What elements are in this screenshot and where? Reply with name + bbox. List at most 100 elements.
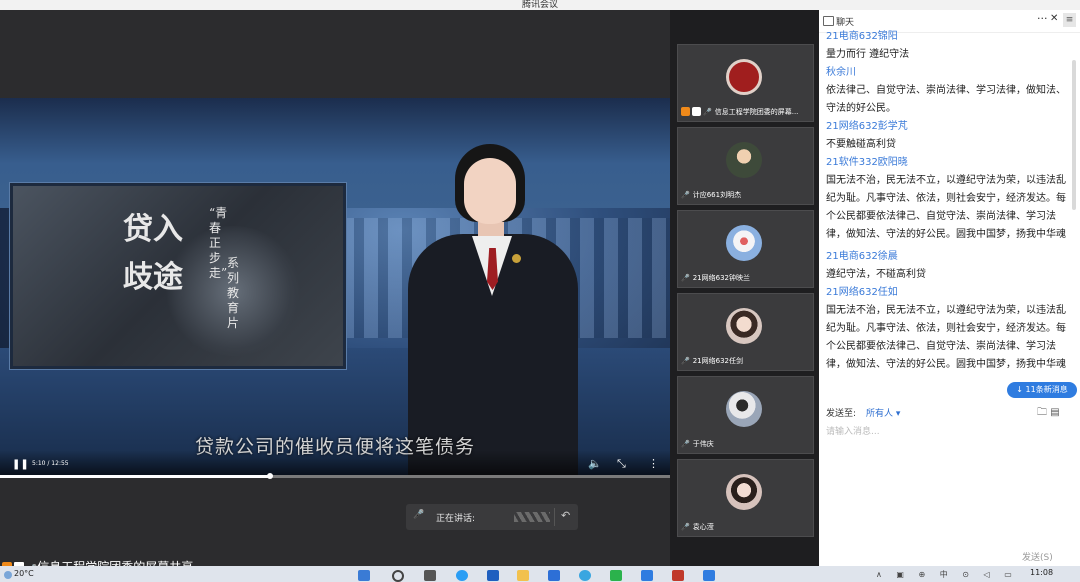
exit-fullscreen-icon[interactable]: ⤡: [617, 457, 626, 471]
avatar: [726, 391, 762, 427]
task-view-icon[interactable]: [424, 570, 436, 581]
chat-message: 21电商632锦阳 量力而行 遵纪守法: [826, 28, 1072, 64]
search-icon[interactable]: [392, 570, 404, 582]
participant-tile[interactable]: 🎤 于伟庆: [677, 376, 814, 454]
participant-name-text: 袁心滢: [692, 523, 714, 531]
video-progress-bar[interactable]: [0, 473, 670, 479]
more-icon[interactable]: ···: [1037, 12, 1048, 25]
chat-input[interactable]: 请输入消息...: [826, 424, 880, 437]
speaking-indicator: 🎤 正在讲话: ↶: [406, 504, 578, 530]
participant-name: 🎤 21网络632任剑: [681, 355, 743, 368]
screenshot-icon[interactable]: ▤: [1050, 407, 1059, 418]
browser-icon[interactable]: [579, 570, 591, 581]
message-sender[interactable]: 21软件332欧阳晓: [826, 154, 1072, 172]
close-icon[interactable]: ✕: [1050, 13, 1058, 24]
window-title: 腾讯会议: [0, 0, 1080, 10]
wechat-icon[interactable]: [610, 570, 622, 581]
speaker-avatars: [514, 512, 550, 522]
participant-tile[interactable]: 🎤 21网络632钟映兰: [677, 210, 814, 288]
avatar: [726, 474, 762, 510]
message-text: 国无法不治，民无法不立，以遵纪守法为荣，以违法乱纪为耻。凡事守法、依法，则社会安…: [826, 305, 1066, 370]
mic-icon: 🎤: [681, 274, 690, 282]
folder-icon[interactable]: [517, 570, 529, 581]
participant-tile[interactable]: 🎤 计应661刘明杰: [677, 127, 814, 205]
start-icon[interactable]: [358, 570, 370, 581]
participant-name-text: 信息工程学院团委的屏幕...: [714, 108, 799, 116]
more-options-icon[interactable]: ⋮: [648, 457, 659, 470]
avatar: [726, 59, 762, 95]
chat-message: 21电商632徐晨 遵纪守法，不碰高利贷: [826, 248, 1072, 284]
return-icon[interactable]: ↶: [561, 509, 570, 522]
participant-name-text: 计应661刘明杰: [692, 191, 742, 199]
poster-caption-2: 系列教育片: [227, 256, 240, 330]
new-messages-button[interactable]: ↓ 11条新消息: [1007, 382, 1077, 398]
store-icon[interactable]: [487, 570, 499, 581]
chat-message: 秋余川 依法律己、自觉守法、崇尚法律、学习法律，做知法、守法的好公民。: [826, 64, 1072, 118]
avatar: [726, 308, 762, 344]
file-icon[interactable]: 🗀: [1037, 407, 1047, 418]
windows-taskbar: 20°C ∧ ▣ ⊕ 中 ⊙ ◁ ▭ 11:08: [0, 566, 1080, 582]
anchor-face: [464, 158, 516, 224]
weather-icon: [4, 571, 12, 579]
menu-icon[interactable]: ≡: [1063, 13, 1076, 27]
video-progress-fill: [0, 475, 270, 478]
message-sender[interactable]: 21电商632锦阳: [826, 28, 1072, 46]
chat-tools: 🗀 ▤: [1037, 405, 1060, 422]
divider: [554, 508, 555, 526]
screen-share-icon: [692, 107, 701, 116]
avatar: [726, 142, 762, 178]
weather-temp[interactable]: 20°C: [14, 569, 34, 578]
app-icon[interactable]: [672, 570, 684, 581]
participant-name: 🎤 袁心滢: [681, 521, 714, 534]
chat-messages[interactable]: 21电商632锦阳 量力而行 遵纪守法 秋余川 依法律己、自觉守法、崇尚法律、学…: [826, 28, 1072, 400]
news-anchor: [408, 144, 578, 476]
participant-gallery: 🎤 信息工程学院团委的屏幕... 🎤 计应661刘明杰 🎤 21网络632钟映兰 🎤 2…: [670, 10, 819, 566]
participant-name-text: 于伟庆: [692, 440, 714, 448]
message-sender[interactable]: 21电商632徐晨: [826, 248, 1072, 266]
participant-name: 🎤 信息工程学院团委的屏幕...: [681, 106, 798, 119]
video-controls: ❚❚ 5:10 / 12:55 🔈 ⤡ ⋮: [0, 450, 670, 476]
meeting-icon[interactable]: [703, 570, 715, 581]
participant-tile[interactable]: 🎤 袁心滢: [677, 459, 814, 537]
chat-message: 21软件332欧阳晓 国无法不治，民无法不立，以遵纪守法为荣，以违法乱纪为耻。凡…: [826, 154, 1072, 244]
avatar: [726, 225, 762, 261]
send-to-dropdown[interactable]: 所有人 ▾: [866, 409, 900, 419]
pause-icon[interactable]: ❚❚: [12, 459, 29, 470]
clock[interactable]: 11:08: [1030, 568, 1053, 577]
volume-icon[interactable]: 🔈: [588, 457, 602, 470]
message-sender[interactable]: 秋余川: [826, 64, 1072, 82]
send-to-row: 发送至: 所有人 ▾: [826, 406, 900, 419]
speaking-label: 正在讲话:: [436, 514, 476, 524]
message-sender[interactable]: 21网络632彭学芃: [826, 118, 1072, 136]
video-time: 5:10 / 12:55: [32, 460, 69, 467]
chat-icon: [823, 16, 834, 26]
message-text: 不要触碰高利贷: [826, 139, 896, 150]
message-text: 国无法不治，民无法不立，以遵纪守法为荣，以违法乱纪为耻。凡事守法、依法，则社会安…: [826, 175, 1066, 240]
mic-icon: 🎤: [681, 523, 690, 531]
message-text: 量力而行 遵纪守法: [826, 49, 910, 60]
message-text: 依法律己、自觉守法、崇尚法律、学习法律，做知法、守法的好公民。: [826, 85, 1066, 114]
chat-panel: 聊天 ··· ✕ ≡ 21电商632锦阳 量力而行 遵纪守法 秋余川 依法律己、…: [819, 10, 1080, 566]
app-icon[interactable]: [641, 570, 653, 581]
message-sender[interactable]: 21网络632任如: [826, 284, 1072, 302]
send-button[interactable]: 发送(S): [1022, 550, 1053, 563]
edge-icon[interactable]: [456, 570, 468, 581]
participant-tile[interactable]: 🎤 信息工程学院团委的屏幕...: [677, 44, 814, 122]
anchor-badge: [512, 254, 521, 263]
mic-icon: 🎤: [681, 440, 690, 448]
send-to-label: 发送至:: [826, 409, 857, 419]
chat-scrollbar[interactable]: [1072, 60, 1076, 210]
mic-icon: 🎤: [413, 510, 425, 520]
system-tray[interactable]: ∧ ▣ ⊕ 中 ⊙ ◁ ▭: [876, 569, 1018, 580]
mic-icon: 🎤: [703, 108, 712, 116]
video-player[interactable]: 贷入歧途 “青春正步走” 系列教育片 贷款公司的催收员便将这笔债务 ❚❚ 5:1…: [0, 98, 670, 476]
person-icon: [681, 107, 690, 116]
video-progress-knob[interactable]: [267, 473, 273, 479]
chat-message: 21网络632彭学芃 不要触碰高利贷: [826, 118, 1072, 154]
app-icon[interactable]: [548, 570, 560, 581]
participant-name: 🎤 于伟庆: [681, 438, 714, 451]
poster-caption-1: “青春正步走”: [209, 206, 228, 280]
participant-tile[interactable]: 🎤 21网络632任剑: [677, 293, 814, 371]
participant-name-text: 21网络632任剑: [692, 357, 743, 365]
message-text: 遵纪守法，不碰高利贷: [826, 269, 926, 280]
